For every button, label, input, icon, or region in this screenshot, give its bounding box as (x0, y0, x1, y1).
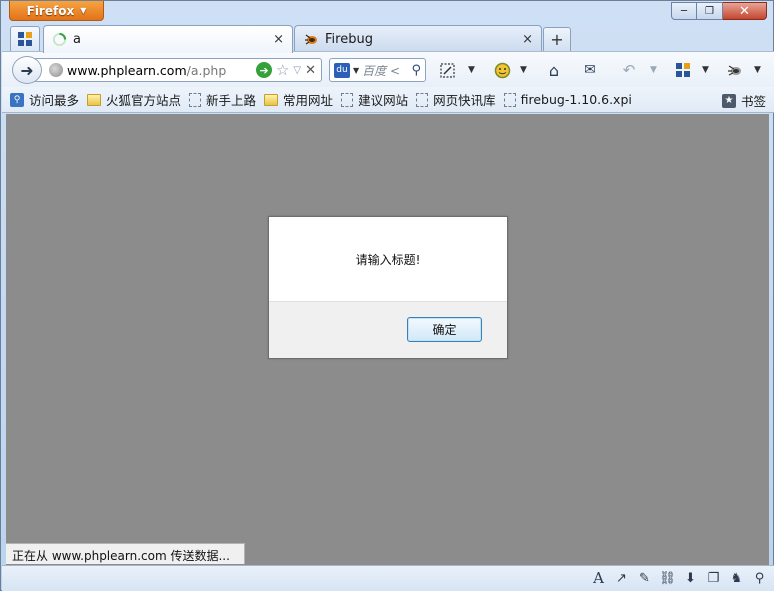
bookmark-firebug-xpi[interactable]: firebug-1.10.6.xpi (503, 92, 632, 107)
paintbrush-icon[interactable]: ✎ (636, 569, 653, 587)
firebug-bug-icon (728, 65, 741, 76)
chevron-down-icon[interactable]: ▼ (520, 59, 527, 81)
search-input[interactable]: 百度 < (362, 62, 408, 79)
tab-firebug[interactable]: Firebug × (294, 25, 542, 52)
bookmarks-star-icon: ★ (721, 93, 736, 108)
bookmark-label: 常用网址 (283, 93, 334, 108)
baidu-icon[interactable]: du (334, 62, 350, 78)
site-identity-icon[interactable] (49, 63, 63, 77)
bookmark-label: 建议网站 (358, 93, 409, 108)
page-icon (341, 92, 354, 107)
alert-message: 请输入标题! (355, 252, 421, 267)
mail-button[interactable]: ✉ (579, 59, 601, 81)
tab-current[interactable]: a × (43, 25, 293, 53)
bookmark-most-visited[interactable]: ⚲ 访问最多 (10, 90, 79, 109)
apps-button[interactable] (672, 59, 694, 81)
windows-icon[interactable]: ❐ (705, 569, 722, 587)
search-icon[interactable]: ⚲ (411, 63, 421, 78)
alert-dialog: 请输入标题! 确定 (268, 216, 508, 359)
title-bar: Firefox ▼ ─ ❐ ✕ (1, 1, 773, 23)
navigation-toolbar: ➜ www.phplearn.com/a.php ➔ ☆ ▽ ✕ du ▼ 百度… (2, 51, 774, 87)
smiley-addon-button[interactable] (491, 59, 513, 81)
chevron-down-icon: ▼ (80, 6, 87, 15)
bookmark-getting-started[interactable]: 新手上路 (189, 90, 256, 109)
bookmarks-menu-button[interactable]: ★ 书签 (721, 91, 766, 110)
window-controls: ─ ❐ ✕ (671, 2, 767, 20)
ok-button[interactable]: 确定 (407, 317, 482, 342)
close-tab-icon[interactable]: × (522, 32, 533, 47)
url-text[interactable]: www.phplearn.com/a.php (67, 63, 252, 78)
firebug-icon (305, 34, 317, 45)
status-text: 正在从 www.phplearn.com 传送数据... (6, 543, 245, 564)
folder-icon (264, 93, 279, 106)
close-tab-icon[interactable]: × (273, 32, 284, 47)
tab-title: Firebug (325, 31, 373, 47)
home-icon: ⌂ (548, 60, 560, 80)
bookmarks-toolbar: ⚲ 访问最多 火狐官方站点 新手上路 常用网址 建议网站 网页快讯库 fireb… (2, 87, 774, 113)
minimize-button[interactable]: ─ (671, 2, 697, 20)
bookmark-firefox-official[interactable]: 火狐官方站点 (87, 90, 181, 109)
loading-spinner-icon (52, 32, 67, 47)
page-content-overlay: 请输入标题! 确定 (6, 114, 769, 565)
close-window-button[interactable]: ✕ (723, 2, 767, 20)
bookmark-suggested-sites[interactable]: 建议网站 (341, 90, 408, 109)
url-path: /a.php (186, 62, 227, 78)
chevron-down-icon[interactable]: ▼ (650, 59, 657, 81)
url-history-dropdown-icon[interactable]: ▽ (293, 65, 301, 76)
bookmark-label: 网页快讯库 (433, 93, 496, 108)
download-arrow-icon[interactable]: ⬇ (682, 569, 699, 587)
page-icon (189, 92, 202, 107)
bookmark-web-slice-gallery[interactable]: 网页快讯库 (416, 90, 496, 109)
page-icon (416, 92, 429, 107)
tab-groups-button[interactable] (10, 26, 40, 51)
url-host: www.phplearn.com (67, 62, 187, 78)
firebug-toolbar-button[interactable] (724, 59, 746, 81)
bookmark-label: 访问最多 (29, 93, 80, 108)
new-tab-button[interactable]: + (543, 27, 571, 51)
chevron-down-icon[interactable]: ▼ (702, 59, 709, 81)
mail-icon: ✉ (584, 62, 596, 78)
browser-window: Firefox ▼ ─ ❐ ✕ a × Firebug × + ➜ www.ph… (0, 0, 774, 591)
search-bar[interactable]: du ▼ 百度 < ⚲ (329, 58, 426, 82)
screenshot-icon (439, 62, 455, 78)
search-engine-dropdown-icon[interactable]: ▼ (353, 66, 359, 75)
open-external-icon[interactable]: ↗ (613, 569, 630, 587)
shirt-icon[interactable]: ♞ (728, 569, 745, 587)
back-button[interactable]: ➜ (12, 56, 42, 84)
most-visited-icon: ⚲ (10, 92, 24, 107)
firefox-menu-button[interactable]: Firefox ▼ (9, 1, 104, 21)
folder-icon (87, 93, 102, 106)
restore-button[interactable]: ❐ (697, 2, 723, 20)
alert-footer: 确定 (269, 301, 507, 358)
addon-icons: A ↗ ✎ ⛓ ⬇ ❐ ♞ ⚲ (590, 569, 768, 587)
undo-icon: ↶ (622, 61, 636, 79)
home-button[interactable]: ⌂ (543, 59, 565, 81)
tab-title: a (73, 32, 81, 47)
undo-close-tab-button[interactable]: ↶ (616, 59, 642, 81)
firefox-menu-label: Firefox (26, 3, 75, 18)
magnifier-icon[interactable]: ⚲ (751, 569, 768, 587)
bookmark-label: 火狐官方站点 (106, 93, 182, 108)
stop-icon[interactable]: ✕ (305, 63, 321, 78)
apps-grid-icon (676, 63, 690, 77)
smiley-icon (494, 62, 510, 78)
url-bar[interactable]: www.phplearn.com/a.php ➔ ☆ ▽ ✕ (32, 58, 322, 82)
font-icon[interactable]: A (590, 569, 607, 587)
chevron-down-icon[interactable]: ▼ (468, 59, 475, 81)
tab-strip: a × Firebug × + (1, 23, 773, 53)
back-arrow-icon: ➜ (20, 60, 34, 80)
bookmarks-menu-label: 书签 (740, 94, 766, 109)
mask-icon[interactable]: ⛓ (659, 569, 676, 587)
go-icon[interactable]: ➔ (255, 62, 272, 78)
page-icon (503, 92, 516, 107)
chevron-down-icon[interactable]: ▼ (754, 59, 761, 81)
addon-bar: A ↗ ✎ ⛓ ⬇ ❐ ♞ ⚲ (2, 565, 774, 591)
bookmark-common-sites[interactable]: 常用网址 (264, 90, 333, 109)
bookmark-label: 新手上路 (206, 93, 257, 108)
bookmark-label: firebug-1.10.6.xpi (520, 92, 632, 107)
screenshot-button[interactable] (436, 59, 458, 81)
bookmark-star-icon[interactable]: ☆ (276, 61, 289, 79)
tab-groups-icon (18, 32, 32, 46)
